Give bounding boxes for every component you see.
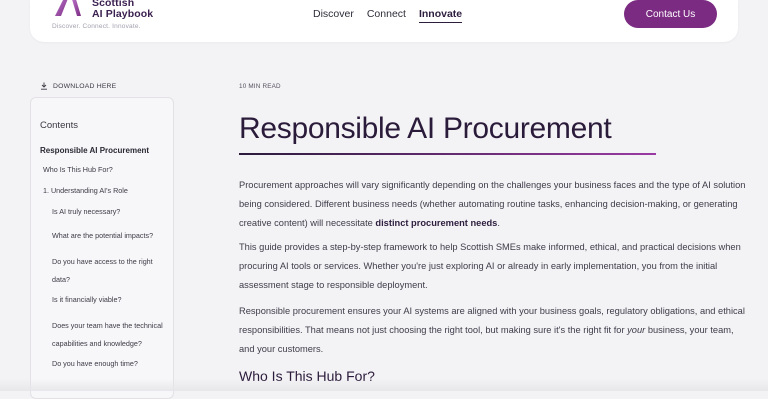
p1-end: . — [497, 218, 500, 228]
toc-item[interactable]: What are the potential impacts? — [52, 231, 170, 241]
logo-title[interactable]: Scottish AI Playbook — [92, 0, 153, 20]
nav-innovate[interactable]: Innovate — [418, 8, 463, 23]
download-link[interactable]: DOWNLOAD HERE — [40, 82, 116, 90]
contents-title: Contents — [40, 120, 79, 131]
table-of-contents: Responsible AI Procurement Who Is This H… — [40, 146, 170, 381]
toc-item[interactable]: Does your team have the technical capabi… — [52, 317, 170, 353]
download-icon — [41, 82, 47, 90]
nav-connect[interactable]: Connect — [367, 8, 406, 23]
toc-item[interactable]: 1. Understanding AI's Role — [43, 186, 170, 195]
download-label: DOWNLOAD HERE — [53, 82, 117, 90]
procurement-paragraph: Responsible procurement ensures your AI … — [239, 302, 749, 359]
page-title: Responsible AI Procurement — [239, 112, 612, 145]
title-underline — [239, 153, 656, 155]
logo-tagline: Discover. Connect. Innovate. — [52, 23, 141, 30]
toc-item[interactable]: Is AI truly necessary? — [52, 207, 170, 217]
contents-sidebar: Contents Responsible AI Procurement Who … — [30, 97, 174, 399]
toc-item[interactable]: Is it financially viable? — [52, 295, 170, 305]
toc-item[interactable]: Do you have enough time? — [52, 359, 170, 369]
main-nav: Discover Connect Innovate — [313, 8, 463, 23]
logo-icon[interactable] — [52, 0, 84, 20]
nav-discover[interactable]: Discover — [313, 8, 354, 23]
read-time: 10 MIN READ — [239, 83, 281, 90]
toc-item[interactable]: Responsible AI Procurement — [40, 146, 170, 155]
bottom-fade — [0, 379, 768, 391]
toc-item[interactable]: Who Is This Hub For? — [43, 165, 170, 174]
intro-paragraph: Procurement approaches will vary signifi… — [239, 176, 749, 233]
p3-italic: your — [627, 325, 646, 335]
contact-us-button[interactable]: Contact Us — [624, 0, 717, 28]
toc-item[interactable]: Do you have access to the right data? — [52, 253, 170, 289]
p1-bold: distinct procurement needs — [375, 218, 498, 228]
guide-paragraph: This guide provides a step-by-step frame… — [239, 242, 741, 290]
site-header: Scottish AI Playbook Discover. Connect. … — [30, 0, 738, 42]
logo-line2: AI Playbook — [92, 8, 154, 20]
